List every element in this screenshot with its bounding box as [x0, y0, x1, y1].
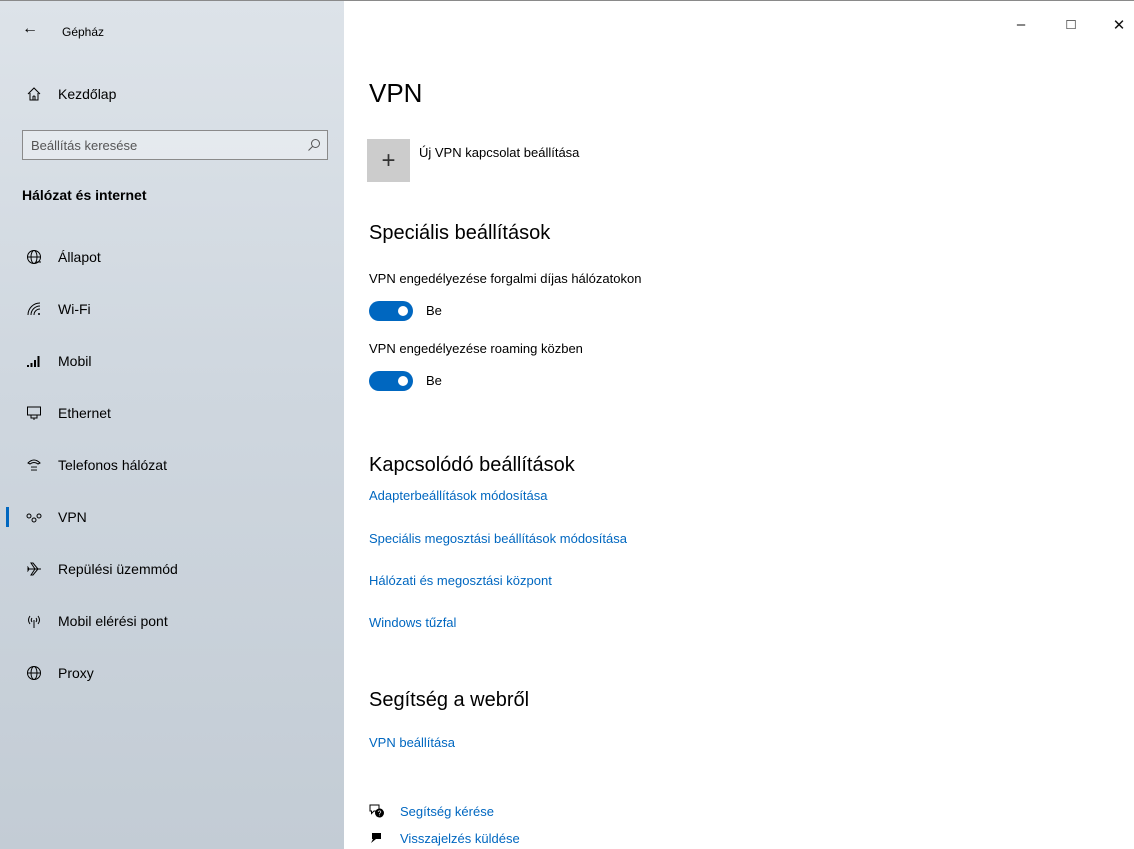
- related-settings-heading: Kapcsolódó beállítások: [369, 454, 575, 476]
- help-chat-icon: ?: [369, 803, 389, 819]
- adapter-settings-link[interactable]: Adapterbeállítások módosítása: [369, 488, 548, 503]
- vpn-setup-link[interactable]: VPN beállítása: [369, 735, 455, 750]
- metered-toggle[interactable]: [369, 301, 413, 321]
- sidebar-item-airplane[interactable]: Repülési üzemmód: [0, 549, 344, 589]
- search-input[interactable]: [23, 136, 301, 154]
- section-title: Hálózat és internet: [22, 187, 147, 203]
- svg-text:?: ?: [378, 811, 382, 818]
- sidebar-item-vpn[interactable]: VPN: [0, 497, 344, 537]
- plus-icon: +: [381, 146, 396, 174]
- metered-setting-label: VPN engedélyezése forgalmi díjas hálózat…: [369, 271, 642, 286]
- sidebar-item-proxy[interactable]: Proxy: [0, 653, 344, 693]
- sidebar: ← Gépház Kezdőlap Hálózat és internet Ál…: [0, 0, 344, 849]
- settings-search[interactable]: [22, 130, 328, 160]
- back-arrow-icon[interactable]: ←: [22, 21, 38, 37]
- add-vpn-button[interactable]: +: [367, 139, 410, 182]
- hotspot-icon: [23, 613, 45, 629]
- sidebar-item-status[interactable]: Állapot: [0, 237, 344, 277]
- page-title: VPN: [369, 78, 423, 108]
- sidebar-item-label: Wi-Fi: [58, 301, 91, 317]
- signal-bars-icon: [23, 353, 45, 369]
- app-title: Gépház: [62, 25, 105, 39]
- roaming-toggle[interactable]: [369, 371, 413, 391]
- sidebar-item-label: Telefonos hálózat: [58, 457, 167, 473]
- sidebar-item-label: Kezdőlap: [58, 86, 117, 102]
- sidebar-item-label: Repülési üzemmód: [58, 561, 178, 577]
- search-icon[interactable]: [301, 138, 327, 152]
- maximize-button[interactable]: □: [1056, 16, 1086, 33]
- sidebar-item-label: Ethernet: [58, 405, 111, 421]
- send-feedback-label: Visszajelzés küldése: [400, 830, 520, 846]
- sidebar-item-wifi[interactable]: Wi-Fi: [0, 289, 344, 329]
- content-pane: [344, 0, 1134, 849]
- minimize-button[interactable]: –: [1006, 16, 1036, 33]
- add-vpn-label[interactable]: Új VPN kapcsolat beállítása: [419, 145, 579, 160]
- get-help-label: Segítség kérése: [400, 803, 494, 819]
- send-feedback-link[interactable]: Visszajelzés küldése: [369, 830, 520, 846]
- get-help-link[interactable]: ? Segítség kérése: [369, 803, 494, 819]
- sidebar-item-hotspot[interactable]: Mobil elérési pont: [0, 601, 344, 641]
- ethernet-icon: [23, 405, 45, 421]
- close-button[interactable]: ✕: [1104, 16, 1134, 34]
- airplane-icon: [23, 561, 45, 577]
- feedback-icon: [369, 830, 389, 846]
- roaming-toggle-state: Be: [426, 373, 442, 388]
- sidebar-item-dialup[interactable]: Telefonos hálózat: [0, 445, 344, 485]
- globe-icon: [23, 665, 45, 681]
- wifi-icon: [23, 301, 45, 317]
- firewall-link[interactable]: Windows tűzfal: [369, 615, 456, 630]
- globe-status-icon: [23, 249, 45, 265]
- sharing-settings-link[interactable]: Speciális megosztási beállítások módosít…: [369, 531, 627, 546]
- vpn-icon: [23, 509, 45, 525]
- sidebar-item-home[interactable]: Kezdőlap: [0, 74, 344, 114]
- sidebar-item-mobile[interactable]: Mobil: [0, 341, 344, 381]
- sidebar-item-label: Mobil: [58, 353, 92, 369]
- sidebar-item-label: Állapot: [58, 249, 101, 265]
- network-center-link[interactable]: Hálózati és megosztási központ: [369, 573, 552, 588]
- web-help-heading: Segítség a webről: [369, 689, 530, 711]
- sidebar-item-label: VPN: [58, 509, 87, 525]
- sidebar-item-label: Mobil elérési pont: [58, 613, 168, 629]
- sidebar-item-label: Proxy: [58, 665, 94, 681]
- advanced-settings-heading: Speciális beállítások: [369, 222, 551, 244]
- dialup-icon: [23, 457, 45, 473]
- metered-toggle-state: Be: [426, 303, 442, 318]
- sidebar-item-ethernet[interactable]: Ethernet: [0, 393, 344, 433]
- roaming-setting-label: VPN engedélyezése roaming közben: [369, 341, 583, 356]
- home-icon: [23, 86, 45, 102]
